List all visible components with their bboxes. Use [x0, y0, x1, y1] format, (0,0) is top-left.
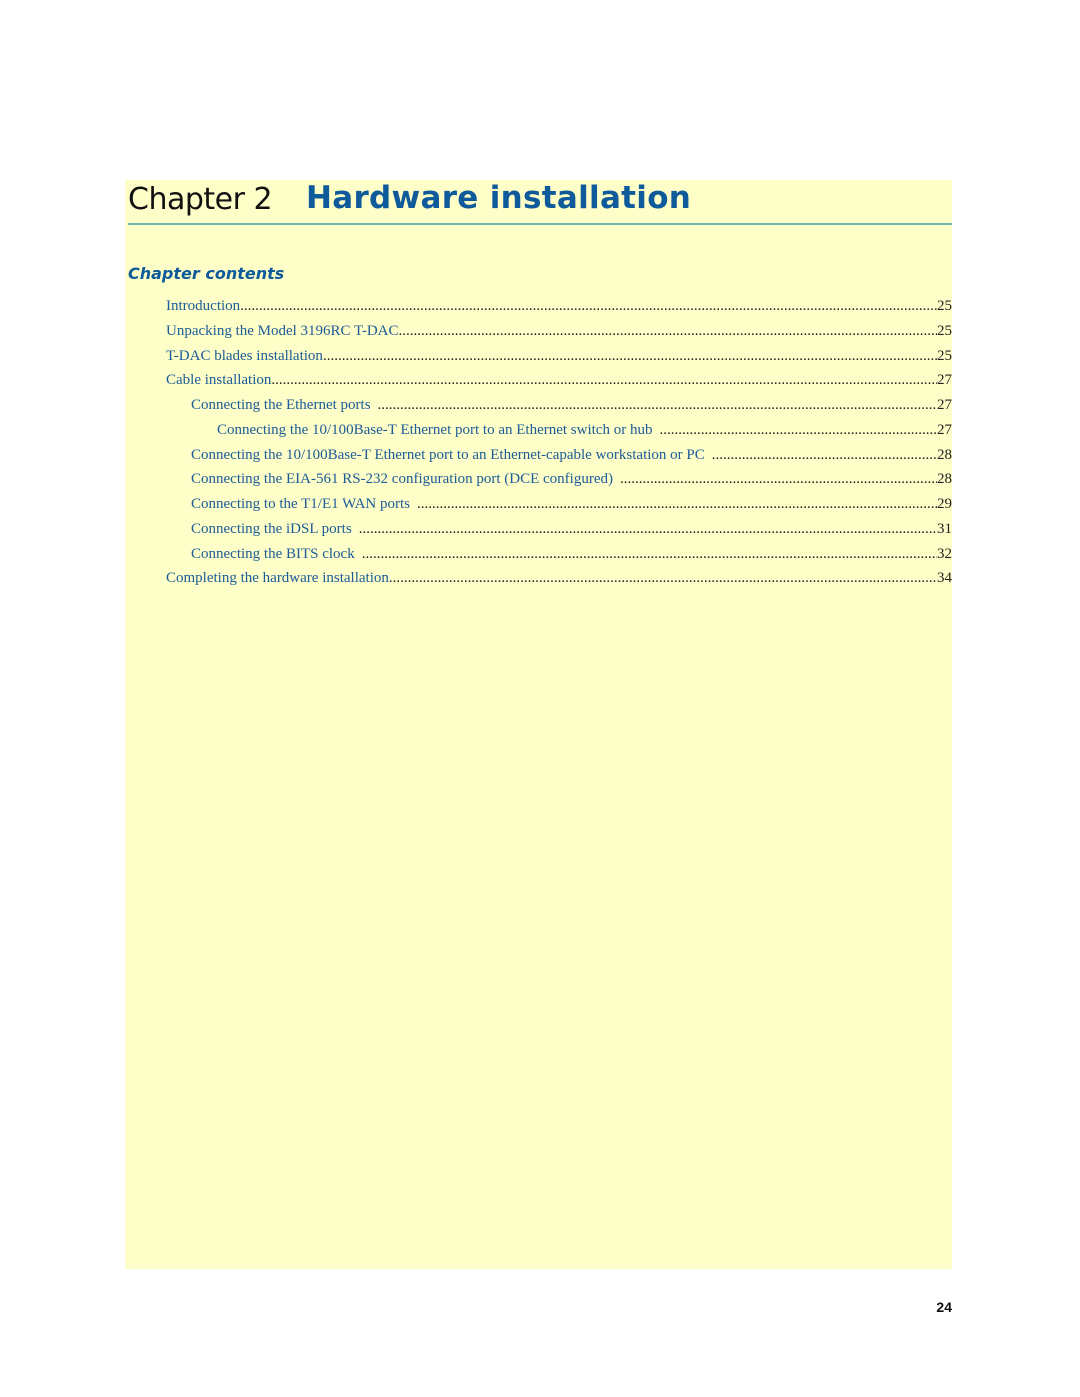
toc-page-number[interactable]: 28	[937, 467, 952, 491]
toc-entry-title[interactable]: Connecting the iDSL ports	[191, 517, 359, 541]
toc-entry[interactable]: Unpacking the Model 3196RC T-DAC 25	[166, 319, 952, 344]
toc-entry[interactable]: Connecting the Ethernet ports 27	[166, 393, 952, 418]
toc-page-number[interactable]: 25	[937, 319, 952, 343]
toc-page-number[interactable]: 29	[937, 492, 952, 516]
toc-page-number[interactable]: 32	[937, 542, 952, 566]
toc-entry-title[interactable]: Connecting the BITS clock	[191, 542, 362, 566]
toc-entry[interactable]: Introduction 25	[166, 294, 952, 319]
chapter-label: Chapter 2	[128, 182, 273, 217]
toc-page-number[interactable]: 31	[937, 517, 952, 541]
toc-entry-title[interactable]: Introduction	[166, 294, 240, 318]
toc-entry[interactable]: Completing the hardware installation 34	[166, 566, 952, 591]
toc-entry[interactable]: Cable installation 27	[166, 368, 952, 393]
toc-entry-title[interactable]: Connecting to the T1/E1 WAN ports	[191, 492, 417, 516]
toc-page-number[interactable]: 27	[937, 393, 952, 417]
toc-entry-title[interactable]: Connecting the EIA-561 RS-232 configurat…	[191, 467, 620, 491]
toc-entry[interactable]: Connecting to the T1/E1 WAN ports 29	[166, 492, 952, 517]
chapter-title: Hardware installation	[306, 180, 692, 216]
toc-page-number[interactable]: 27	[937, 418, 952, 442]
toc-entry-title[interactable]: Connecting the 10/100Base-T Ethernet por…	[191, 443, 712, 467]
toc-entry-title[interactable]: Unpacking the Model 3196RC T-DAC	[166, 319, 399, 343]
toc-dot-leader	[362, 542, 937, 566]
toc-entry-title[interactable]: Cable installation	[166, 368, 271, 392]
toc-entry-title[interactable]: T-DAC blades installation	[166, 344, 323, 368]
page-number: 24	[936, 1299, 952, 1315]
toc-dot-leader	[712, 443, 937, 467]
toc-entry-title[interactable]: Connecting the 10/100Base-T Ethernet por…	[217, 418, 659, 442]
toc-page-number[interactable]: 25	[937, 294, 952, 318]
toc-page-number[interactable]: 34	[937, 566, 952, 590]
toc-page-number[interactable]: 28	[937, 443, 952, 467]
toc-dot-leader	[417, 492, 937, 516]
toc-dot-leader	[389, 566, 937, 590]
toc-entry[interactable]: T-DAC blades installation 25	[166, 344, 952, 369]
toc-entry-title[interactable]: Completing the hardware installation	[166, 566, 389, 590]
toc-entry[interactable]: Connecting the BITS clock 32	[166, 542, 952, 567]
toc-dot-leader	[323, 344, 937, 368]
toc-entry[interactable]: Connecting the 10/100Base-T Ethernet por…	[166, 418, 952, 443]
toc-dot-leader	[399, 319, 938, 343]
toc-page-number[interactable]: 27	[937, 368, 952, 392]
contents-heading: Chapter contents	[128, 264, 285, 283]
toc-dot-leader	[620, 467, 937, 491]
toc-entry[interactable]: Connecting the 10/100Base-T Ethernet por…	[166, 443, 952, 468]
toc-dot-leader	[378, 393, 937, 417]
chapter-heading: Chapter 2 Hardware installation	[128, 180, 952, 224]
table-of-contents: Introduction 25 Unpacking the Model 3196…	[166, 294, 952, 591]
toc-entry-title[interactable]: Connecting the Ethernet ports	[191, 393, 378, 417]
toc-dot-leader	[240, 294, 937, 318]
chapter-divider	[128, 223, 952, 225]
toc-entry[interactable]: Connecting the iDSL ports 31	[166, 517, 952, 542]
toc-entry[interactable]: Connecting the EIA-561 RS-232 configurat…	[166, 467, 952, 492]
toc-dot-leader	[359, 517, 937, 541]
toc-dot-leader	[659, 418, 937, 442]
toc-page-number[interactable]: 25	[937, 344, 952, 368]
toc-dot-leader	[271, 368, 937, 392]
